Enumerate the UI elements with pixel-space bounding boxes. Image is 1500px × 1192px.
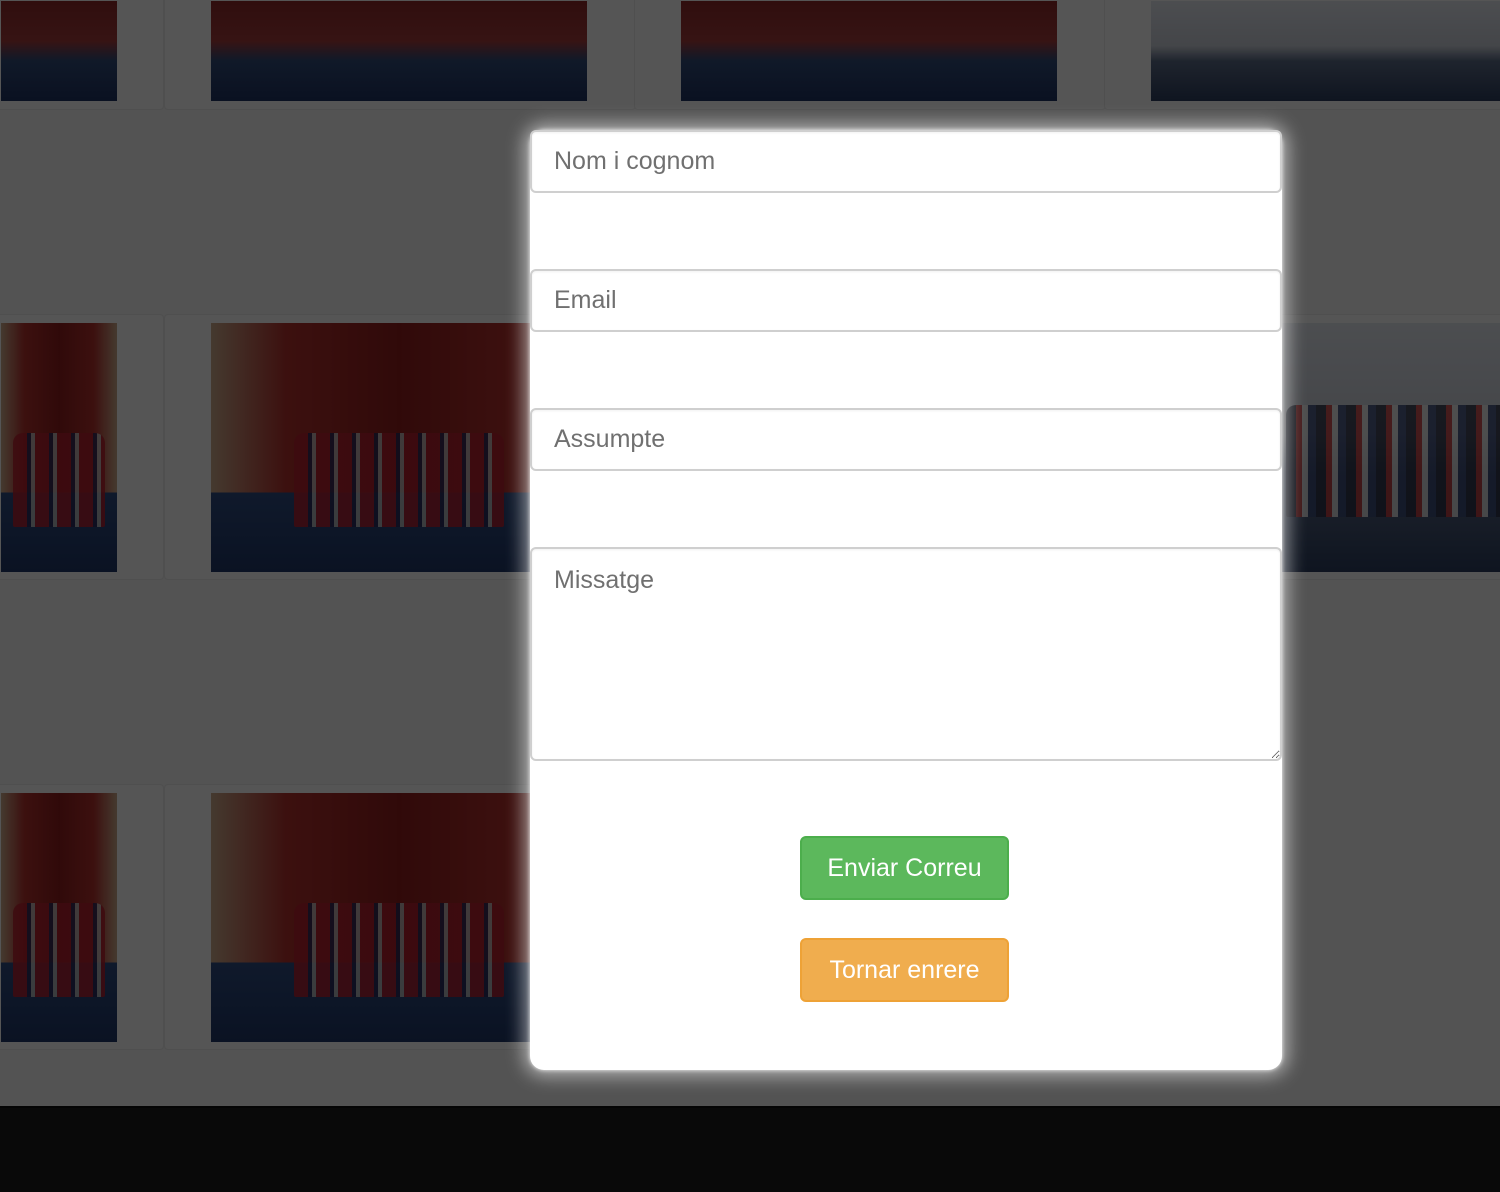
email-input[interactable]: [530, 269, 1282, 332]
subject-input[interactable]: [530, 408, 1282, 471]
back-button[interactable]: Tornar enrere: [800, 938, 1009, 1002]
name-input[interactable]: [530, 130, 1282, 193]
contact-form-modal: Enviar Correu Tornar enrere: [530, 130, 1282, 1070]
page: s Enviar Correu Tornar enrere: [0, 0, 1500, 1192]
send-email-button[interactable]: Enviar Correu: [800, 836, 1009, 900]
message-textarea[interactable]: [530, 547, 1282, 761]
